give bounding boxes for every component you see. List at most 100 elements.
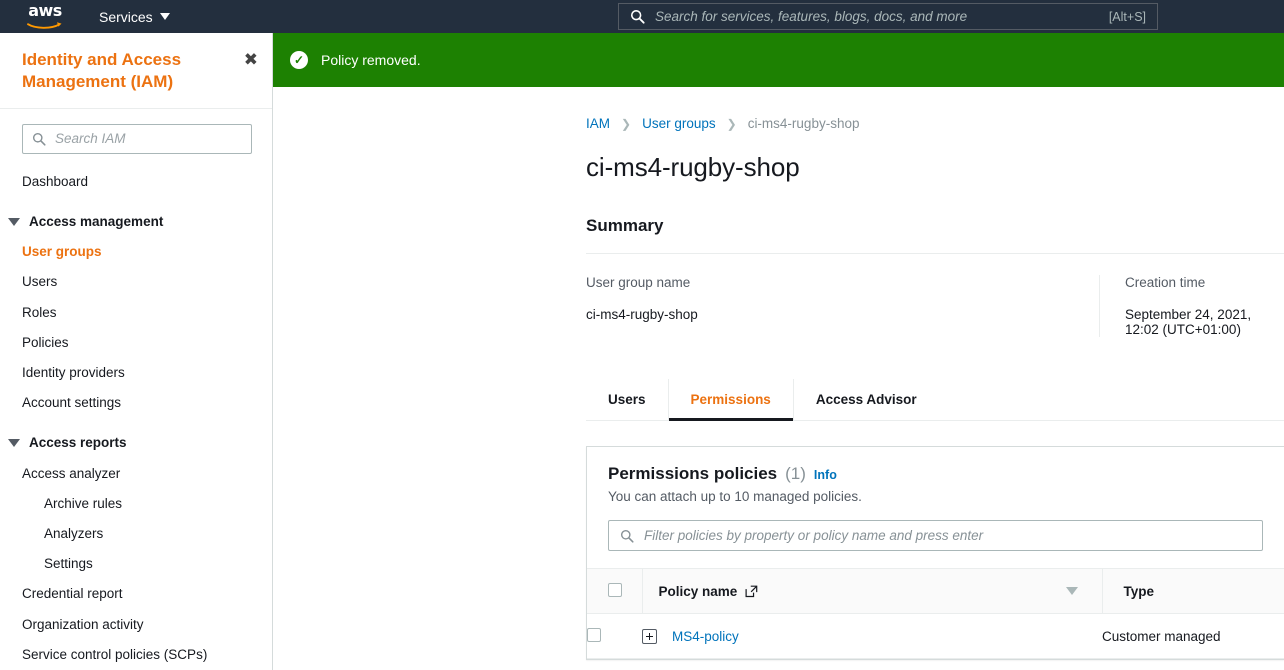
sidebar-item-label: Policies	[22, 334, 69, 350]
panel-title-text: Permissions policies	[608, 464, 778, 483]
aws-logo[interactable]: aws	[22, 0, 68, 31]
check-circle-icon: ✓	[290, 51, 308, 69]
chevron-down-icon	[159, 13, 170, 20]
sidebar-item-label: Roles	[22, 304, 57, 320]
top-navigation-bar: aws Services Search for services, featur…	[0, 0, 1284, 33]
select-all-checkbox[interactable]	[608, 582, 622, 597]
policies-table: Policy name Type MS4-policy Customer man…	[587, 568, 1284, 659]
iam-sidebar: Identity and Access Management (IAM) ✖ S…	[0, 33, 273, 670]
filter-row: Filter policies by property or policy na…	[587, 504, 1284, 568]
breadcrumb-item-iam[interactable]: IAM	[586, 116, 610, 131]
sidebar-search-placeholder: Search IAM	[55, 131, 126, 147]
table-row[interactable]: MS4-policy Customer managed	[587, 613, 1284, 659]
policy-name-cell: MS4-policy	[642, 613, 1102, 659]
aws-logo-wordmark: aws	[28, 0, 62, 20]
summary-field-creation-time: Creation time September 24, 2021, 12:02 …	[1099, 275, 1284, 337]
services-menu-button[interactable]: Services	[99, 9, 170, 25]
sidebar-item-policies[interactable]: Policies	[0, 328, 272, 358]
search-input[interactable]: Search IAM	[22, 123, 252, 154]
sidebar-item-roles[interactable]: Roles	[0, 298, 272, 328]
tab-users[interactable]: Users	[586, 379, 669, 420]
services-menu-label: Services	[99, 8, 153, 25]
sidebar-search-wrapper: Search IAM	[0, 109, 272, 154]
filter-placeholder: Filter policies by property or policy na…	[644, 528, 984, 543]
breadcrumb: IAM ❯ User groups ❯ ci-ms4-rugby-shop	[273, 87, 1284, 131]
column-header-label: Policy name	[658, 583, 738, 599]
notification-message: Policy removed.	[321, 52, 421, 68]
policy-name-link[interactable]: MS4-policy	[672, 629, 739, 644]
triangle-down-icon	[8, 218, 20, 227]
summary-field-user-group-name: User group name ci-ms4-rugby-shop	[586, 275, 1099, 337]
summary-heading: Summary	[586, 216, 664, 235]
sidebar-item-label: Settings	[44, 556, 93, 572]
breadcrumb-item-current: ci-ms4-rugby-shop	[747, 116, 860, 131]
breadcrumb-item-user-groups[interactable]: User groups	[642, 116, 716, 131]
breadcrumb-separator-icon: ❯	[621, 116, 632, 131]
tab-label: Permissions	[690, 392, 771, 407]
close-icon[interactable]: ✖	[244, 52, 258, 69]
summary-field-value: ci-ms4-rugby-shop	[586, 307, 698, 322]
aws-smile-icon	[27, 21, 62, 29]
column-header-label: Type	[1123, 583, 1155, 599]
search-icon	[32, 132, 46, 146]
triangle-down-icon	[8, 439, 20, 448]
summary-field-label: Creation time	[1125, 275, 1206, 290]
sidebar-item-archive-rules[interactable]: Archive rules	[0, 489, 272, 519]
tab-permissions[interactable]: Permissions	[668, 379, 794, 421]
external-link-icon	[745, 585, 758, 597]
panel-policy-count: (1)	[785, 464, 806, 483]
sidebar-service-title: Identity and Access Management (IAM)	[22, 50, 182, 92]
row-select-cell	[587, 613, 642, 659]
sidebar-header: Identity and Access Management (IAM) ✖	[0, 33, 272, 109]
sidebar-item-settings[interactable]: Settings	[0, 549, 272, 579]
panel-header: Permissions policies (1) Info You can at…	[587, 447, 1284, 504]
sidebar-group-label: Access reports	[29, 435, 127, 451]
main-content-area: ✓ Policy removed. IAM ❯ User groups ❯ ci…	[273, 33, 1284, 670]
sidebar-item-service-control-policies[interactable]: Service control policies (SCPs)	[0, 640, 272, 670]
sidebar-item-label: Dashboard	[22, 173, 89, 189]
sidebar-item-identity-providers[interactable]: Identity providers	[0, 358, 272, 388]
expand-plus-icon[interactable]	[642, 628, 657, 644]
sidebar-item-account-settings[interactable]: Account settings	[0, 388, 272, 418]
sidebar-group-access-reports[interactable]: Access reports	[0, 428, 272, 458]
sidebar-item-label: Account settings	[22, 395, 122, 411]
policy-type-cell: Customer managed	[1102, 613, 1284, 659]
sidebar-group-access-management[interactable]: Access management	[0, 207, 272, 237]
sidebar-item-user-groups[interactable]: User groups	[0, 237, 272, 267]
info-link[interactable]: Info	[814, 468, 837, 482]
sidebar-item-organization-activity[interactable]: Organization activity	[0, 610, 272, 640]
sidebar-item-access-analyzer[interactable]: Access analyzer	[0, 459, 272, 489]
column-header-type[interactable]: Type	[1101, 568, 1284, 614]
global-search-shortcut: [Alt+S]	[1108, 9, 1146, 24]
page-content: IAM ❯ User groups ❯ ci-ms4-rugby-shop ci…	[273, 87, 1284, 670]
page-title: ci-ms4-rugby-shop	[586, 152, 800, 182]
filter-policies-input[interactable]: Filter policies by property or policy na…	[608, 520, 1263, 551]
sidebar-item-dashboard[interactable]: Dashboard	[0, 167, 272, 197]
sidebar-item-credential-report[interactable]: Credential report	[0, 579, 272, 609]
panel-subtitle: You can attach up to 10 managed policies…	[608, 489, 862, 504]
sidebar-item-users[interactable]: Users	[0, 267, 272, 297]
sidebar-group-label: Access management	[29, 214, 164, 230]
tab-label: Access Advisor	[815, 392, 917, 407]
global-search-input[interactable]: Search for services, features, blogs, do…	[618, 3, 1158, 30]
panel-title-row: Permissions policies (1) Info	[608, 464, 1264, 484]
sort-descending-icon[interactable]	[1065, 587, 1078, 595]
summary-grid: User group name ci-ms4-rugby-shop Creati…	[586, 254, 1284, 337]
sidebar-item-label: Credential report	[22, 586, 123, 602]
sidebar-item-analyzers[interactable]: Analyzers	[0, 519, 272, 549]
tab-access-advisor[interactable]: Access Advisor	[794, 379, 939, 420]
summary-field-value: September 24, 2021, 12:02 (UTC+01:00)	[1125, 307, 1252, 337]
sidebar-nav-list: Dashboard Access management User groups …	[0, 154, 272, 670]
table-header-row: Policy name Type	[587, 568, 1284, 614]
permissions-policies-panel: Permissions policies (1) Info You can at…	[586, 446, 1284, 660]
row-checkbox[interactable]	[587, 627, 601, 642]
policies-table-body: MS4-policy Customer managed	[587, 613, 1284, 659]
column-header-policy-name[interactable]: Policy name	[641, 568, 1102, 614]
summary-field-label: User group name	[586, 275, 691, 290]
sidebar-item-label: Users	[22, 274, 58, 290]
sidebar-item-label: Analyzers	[44, 525, 104, 541]
tab-label: Users	[608, 392, 646, 407]
sidebar-item-label: Identity providers	[22, 365, 125, 380]
search-icon	[620, 529, 634, 543]
detail-tabs: Users Permissions Access Advisor	[586, 379, 1284, 421]
